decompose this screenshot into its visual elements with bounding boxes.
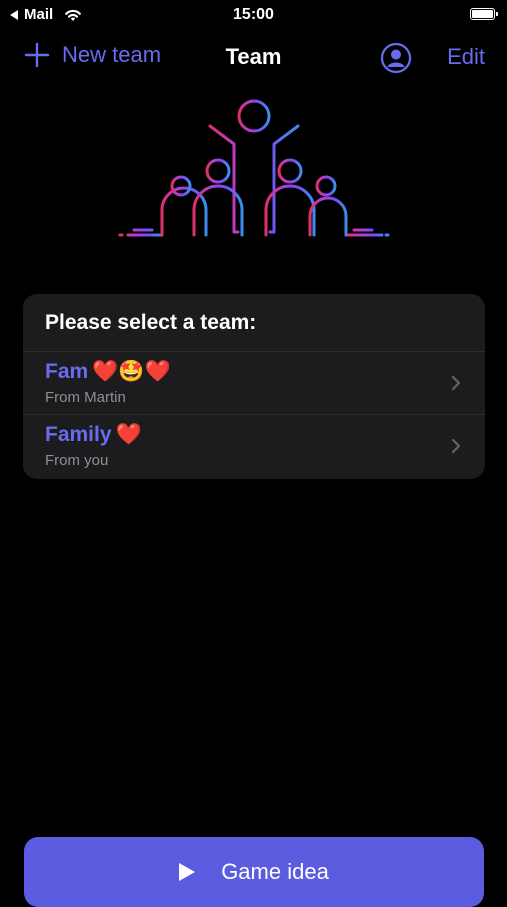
game-idea-button[interactable]: Game idea (24, 837, 484, 907)
chevron-right-icon (451, 438, 461, 454)
battery-icon (470, 8, 498, 20)
team-name-text: Fam (45, 360, 89, 383)
team-row-family[interactable]: Family ❤️ From you (23, 415, 485, 478)
team-name-text: Family (45, 423, 112, 446)
page-title: Team (225, 44, 282, 69)
team-illustration (118, 99, 390, 237)
profile-icon[interactable] (380, 42, 412, 74)
team-name: Family ❤️ (45, 423, 142, 447)
team-subtitle: From Martin (45, 389, 126, 406)
play-icon (179, 863, 196, 881)
team-subtitle: From you (45, 452, 109, 469)
team-row-fam[interactable]: Fam ❤️🤩❤️ From Martin (23, 352, 485, 415)
team-name: Fam ❤️🤩❤️ (45, 360, 171, 384)
status-time: 15:00 (233, 6, 274, 23)
navigation-bar: New team Team Edit (0, 40, 507, 78)
status-bar: Mail 15:00 (0, 0, 507, 32)
edit-button[interactable]: Edit (447, 44, 485, 70)
team-select-card: Please select a team: Fam ❤️🤩❤️ From Mar… (23, 294, 485, 479)
team-emoji: ❤️🤩❤️ (92, 360, 171, 383)
card-header: Please select a team: (23, 294, 485, 352)
chevron-right-icon (451, 375, 461, 391)
team-emoji: ❤️ (115, 423, 142, 446)
game-idea-label: Game idea (221, 859, 329, 884)
